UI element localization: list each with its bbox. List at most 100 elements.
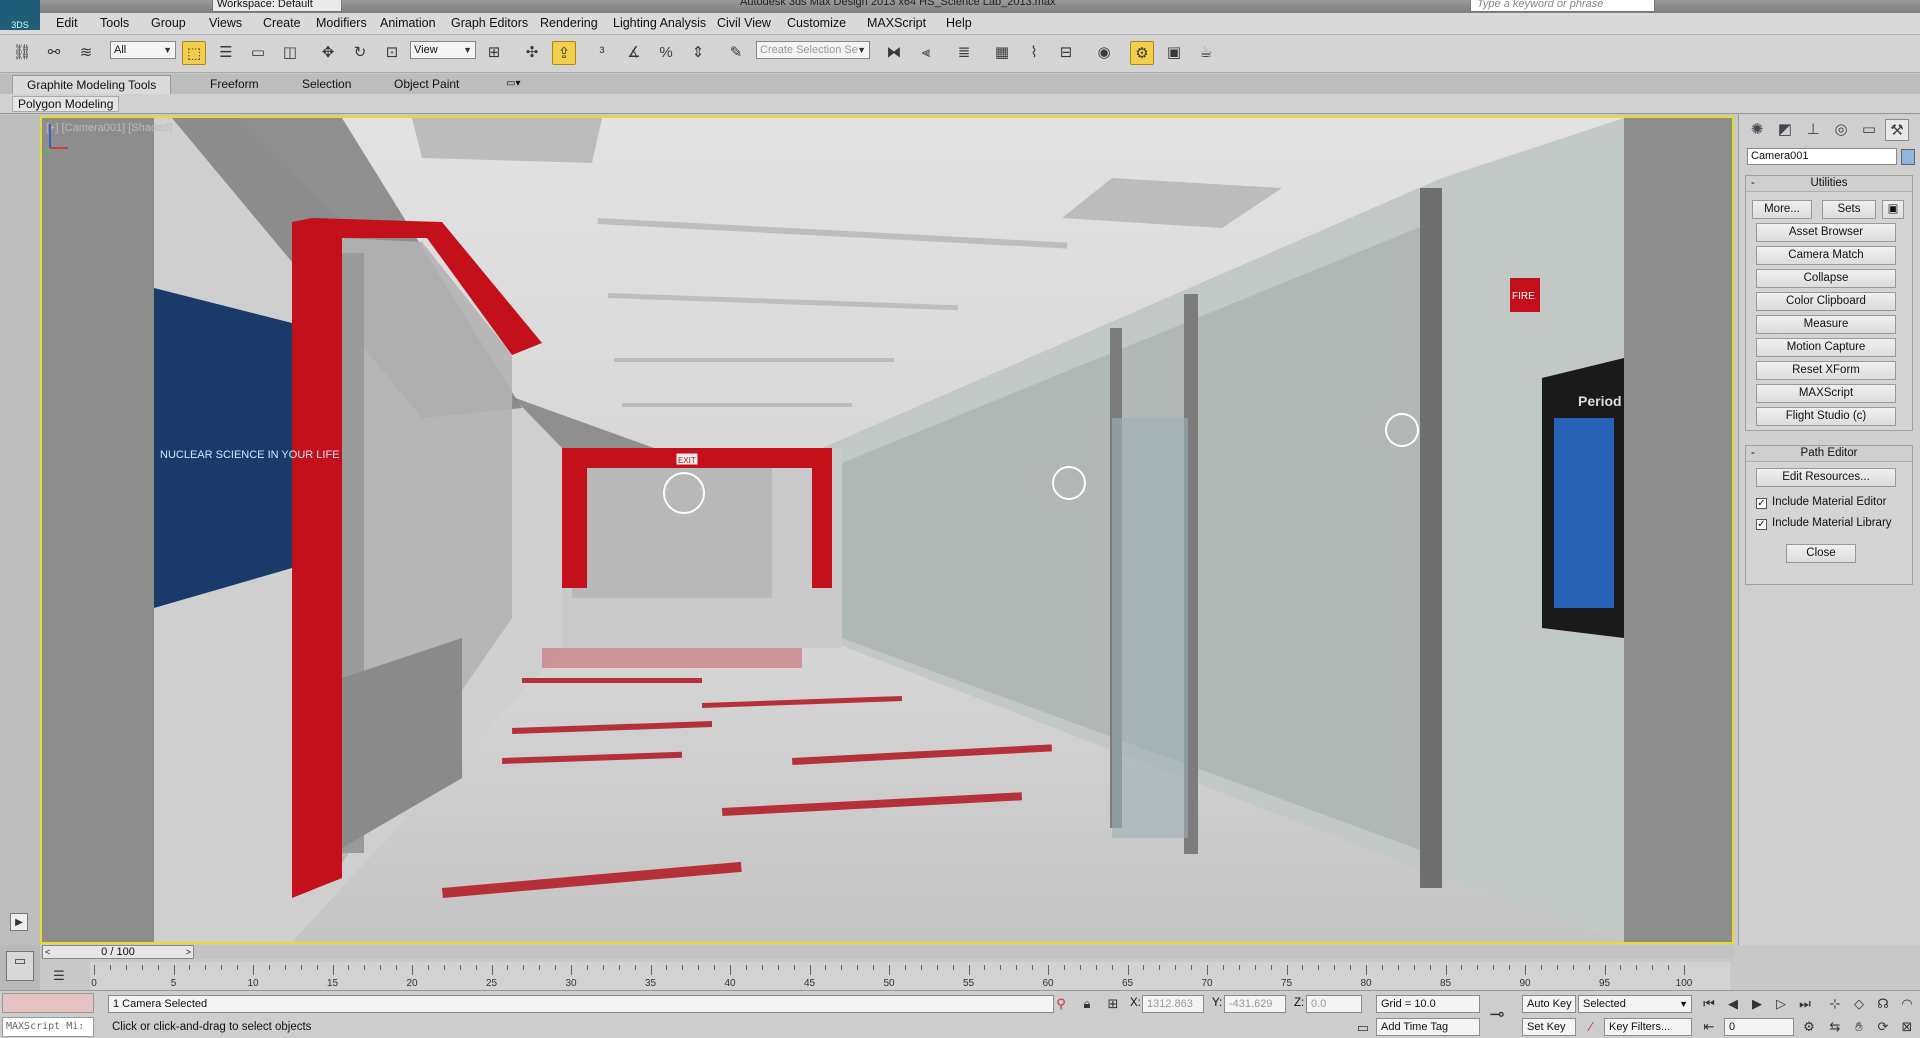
- render-production-icon[interactable]: ☕: [1194, 41, 1218, 65]
- go-to-end-icon[interactable]: ⏭: [1796, 995, 1814, 1013]
- select-manipulate-icon[interactable]: ✣: [520, 41, 544, 65]
- rect-selection-icon[interactable]: ▭: [246, 41, 270, 65]
- include-material-library-checkbox[interactable]: ✓ Include Material Library: [1756, 517, 1892, 530]
- modify-tab-icon[interactable]: ◩: [1773, 119, 1797, 141]
- add-time-tag[interactable]: Add Time Tag: [1376, 1018, 1480, 1036]
- motion-capture-button[interactable]: Motion Capture: [1756, 338, 1896, 357]
- camera-match-button[interactable]: Camera Match: [1756, 246, 1896, 265]
- go-to-start-icon[interactable]: ⏮: [1700, 995, 1718, 1013]
- z-coord-field[interactable]: 0.0: [1306, 995, 1362, 1013]
- move-icon[interactable]: ✥: [316, 41, 340, 65]
- include-material-editor-checkbox[interactable]: ✓ Include Material Editor: [1756, 496, 1886, 509]
- maxscript-mini-listener[interactable]: MAXScript Mi:: [2, 1017, 94, 1037]
- edit-resources-button[interactable]: Edit Resources...: [1756, 468, 1896, 487]
- prev-frame-icon[interactable]: <: [45, 946, 50, 958]
- tab-graphite-modeling-tools[interactable]: Graphite Modeling Tools: [12, 75, 172, 94]
- named-selection-sets-select[interactable]: Create Selection Se ▼: [756, 41, 870, 59]
- unlink-icon[interactable]: ⚯: [42, 41, 66, 65]
- utilities-rollout-header[interactable]: - Utilities: [1746, 176, 1912, 192]
- tab-freeform[interactable]: Freeform: [196, 75, 273, 94]
- auto-key-button[interactable]: Auto Key: [1522, 995, 1576, 1013]
- object-color-swatch[interactable]: [1901, 149, 1915, 165]
- scale-icon[interactable]: ⊡: [380, 41, 404, 65]
- isolate-selection-icon[interactable]: ⚲: [1052, 995, 1070, 1013]
- menu-civil-view[interactable]: Civil View: [717, 16, 771, 30]
- sets-button[interactable]: Sets: [1822, 200, 1876, 219]
- percent-snap-icon[interactable]: %: [654, 41, 678, 65]
- hierarchy-tab-icon[interactable]: ⊥: [1801, 119, 1825, 141]
- set-key-button[interactable]: Set Key: [1522, 1018, 1576, 1036]
- menu-help[interactable]: Help: [946, 16, 972, 30]
- align-icon[interactable]: ⫷: [914, 41, 938, 65]
- current-frame-field[interactable]: 0: [1724, 1018, 1794, 1036]
- display-tab-icon[interactable]: ▭: [1857, 119, 1881, 141]
- field-of-view-icon[interactable]: ◠: [1898, 995, 1916, 1013]
- pivot-center-icon[interactable]: ⊞: [482, 41, 506, 65]
- menu-lighting-analysis[interactable]: Lighting Analysis: [613, 16, 706, 30]
- path-editor-rollout-header[interactable]: - Path Editor: [1746, 446, 1912, 462]
- close-button[interactable]: Close: [1786, 544, 1856, 563]
- camera-viewport[interactable]: NUCLEAR SCIENCE IN YOUR LIFE Period FIRE…: [40, 116, 1734, 944]
- tab-selection[interactable]: Selection: [288, 75, 365, 94]
- graphite-toggle-icon[interactable]: ▦: [990, 41, 1014, 65]
- menu-group[interactable]: Group: [151, 16, 186, 30]
- window-crossing-icon[interactable]: ◫: [278, 41, 302, 65]
- x-coord-field[interactable]: 1312.863: [1142, 995, 1204, 1013]
- time-slider[interactable]: < 0 / 100 >: [42, 945, 194, 959]
- rendered-frame-window-icon[interactable]: ▣: [1162, 41, 1186, 65]
- menu-views[interactable]: Views: [209, 16, 242, 30]
- key-filters-button[interactable]: Key Filters...: [1604, 1018, 1692, 1036]
- menu-edit[interactable]: Edit: [56, 16, 78, 30]
- reset-xform-button[interactable]: Reset XForm: [1756, 361, 1896, 380]
- angle-snap-icon[interactable]: ∡: [622, 41, 646, 65]
- next-frame-icon[interactable]: ▷: [1772, 995, 1790, 1013]
- time-slider-track[interactable]: [40, 945, 1734, 959]
- orbit-icon[interactable]: ☊: [1874, 995, 1892, 1013]
- key-mode-select[interactable]: Selected ▼: [1578, 995, 1692, 1013]
- ribbon-options-icon[interactable]: ▭▾: [492, 75, 534, 94]
- mirror-icon[interactable]: ⧓: [882, 41, 906, 65]
- menu-tools[interactable]: Tools: [100, 16, 129, 30]
- trackbar[interactable]: 0 5 10 15 20 25 30 35 40 45 50 55 60 65 70 75 80 85 90 95 10…: [90, 962, 1730, 990]
- selection-lock-icon[interactable]: 🔒︎: [1078, 995, 1096, 1013]
- material-editor-icon[interactable]: ◉: [1092, 41, 1116, 65]
- maximize-viewport-icon[interactable]: ⊠: [1898, 1018, 1916, 1036]
- more-button[interactable]: More...: [1752, 200, 1812, 219]
- key-mode-toggle-icon[interactable]: ⇤: [1700, 1018, 1718, 1036]
- mini-curve-editor-icon[interactable]: ▭: [6, 951, 34, 981]
- reference-coord-select[interactable]: View ▼: [410, 41, 476, 59]
- create-tab-icon[interactable]: ✺: [1745, 119, 1769, 141]
- selection-filter-select[interactable]: All ▼: [110, 41, 176, 59]
- y-coord-field[interactable]: -431.629: [1224, 995, 1286, 1013]
- toggle-trackbar-icon[interactable]: ☰: [50, 967, 68, 985]
- menu-animation[interactable]: Animation: [380, 16, 436, 30]
- dolly-camera-icon[interactable]: ⇆: [1826, 1018, 1844, 1036]
- orbit-camera-icon[interactable]: ⟳: [1874, 1018, 1892, 1036]
- menu-modifiers[interactable]: Modifiers: [316, 16, 367, 30]
- edit-named-selection-icon[interactable]: ✎: [724, 41, 748, 65]
- collapse-button[interactable]: Collapse: [1756, 269, 1896, 288]
- curve-editor-icon[interactable]: ⌇: [1022, 41, 1046, 65]
- render-setup-icon[interactable]: ⚙: [1130, 41, 1154, 65]
- utilities-tab-icon[interactable]: ⚒: [1885, 119, 1909, 141]
- menu-create[interactable]: Create: [263, 16, 301, 30]
- time-configuration-icon[interactable]: ⚙: [1800, 1018, 1818, 1036]
- snaps-toggle-icon[interactable]: ³: [590, 41, 614, 65]
- asset-browser-button[interactable]: Asset Browser: [1756, 223, 1896, 242]
- maxscript-button[interactable]: MAXScript: [1756, 384, 1896, 403]
- play-icon[interactable]: ▶: [1748, 995, 1766, 1013]
- maxscript-listener-output[interactable]: [2, 993, 94, 1013]
- rotate-icon[interactable]: ↻: [348, 41, 372, 65]
- default-in-out-tangents-icon[interactable]: ⁄: [1582, 1018, 1600, 1036]
- zoom-extents-all-icon[interactable]: ◇: [1850, 995, 1868, 1013]
- configure-sets-icon[interactable]: ▣: [1882, 200, 1904, 219]
- color-clipboard-button[interactable]: Color Clipboard: [1756, 292, 1896, 311]
- menu-customize[interactable]: Customize: [787, 16, 846, 30]
- select-by-name-icon[interactable]: ☰: [214, 41, 238, 65]
- next-frame-icon[interactable]: >: [186, 946, 191, 958]
- previous-frame-icon[interactable]: ◀: [1724, 995, 1742, 1013]
- time-tag-icon[interactable]: ▭: [1354, 1019, 1372, 1037]
- keyboard-shortcut-override-icon[interactable]: ⇪: [552, 41, 576, 65]
- polygon-modeling-panel[interactable]: Polygon Modeling: [12, 96, 120, 112]
- absolute-mode-icon[interactable]: ⊞: [1104, 995, 1122, 1013]
